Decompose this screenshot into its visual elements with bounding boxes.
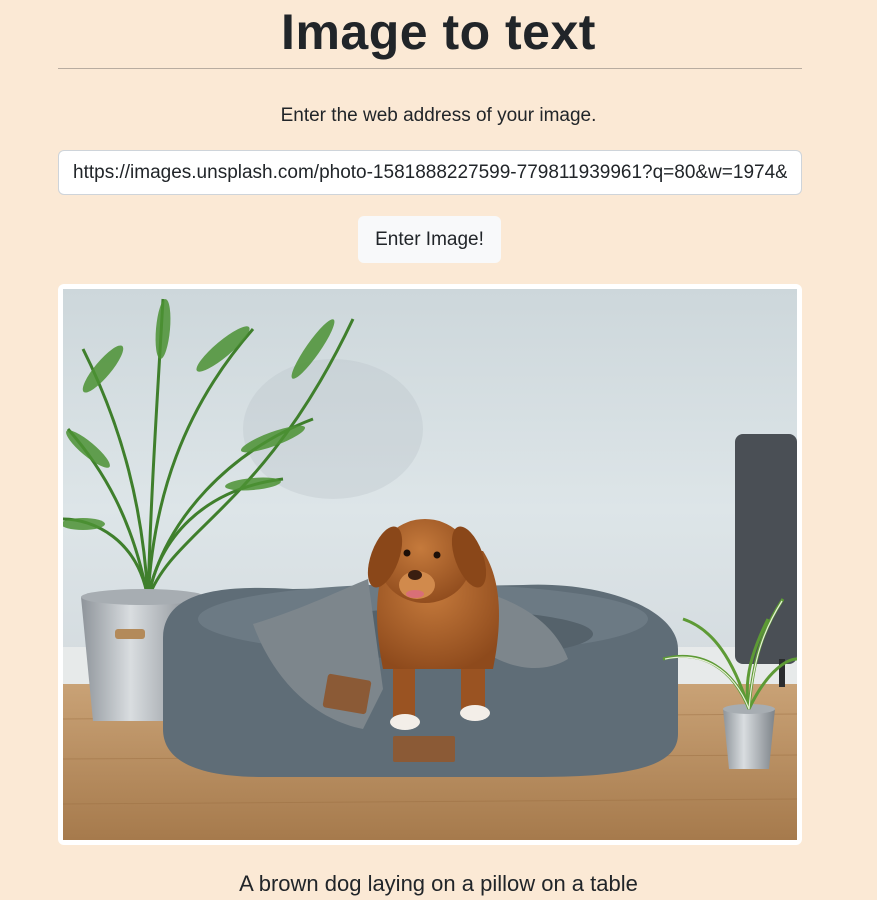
- image-preview-frame: [58, 284, 802, 845]
- url-prompt: Enter the web address of your image.: [280, 105, 597, 126]
- image-url-input[interactable]: [58, 150, 802, 195]
- preview-image: [63, 289, 797, 840]
- page: Image to text Enter the web address of y…: [0, 0, 877, 900]
- title-divider: [58, 68, 802, 69]
- enter-image-button[interactable]: Enter Image!: [358, 216, 501, 263]
- image-caption: A brown dog laying on a pillow on a tabl…: [239, 871, 638, 896]
- page-title: Image to text: [281, 4, 596, 60]
